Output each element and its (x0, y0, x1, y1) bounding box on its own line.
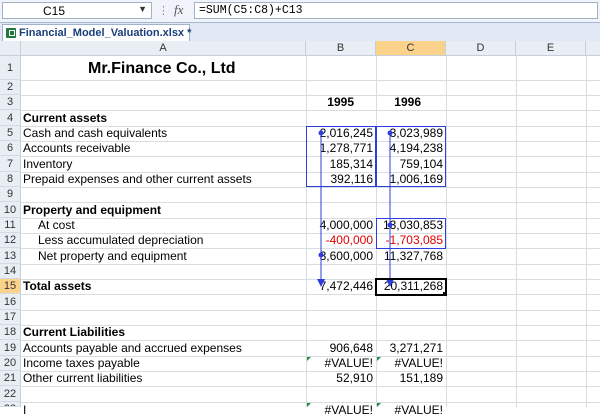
cell-c21[interactable]: 151,189 (376, 371, 443, 386)
cell-c20[interactable]: #VALUE! (376, 356, 443, 371)
column-header-d[interactable]: D (446, 41, 516, 56)
row-label-inventory[interactable]: Inventory (23, 157, 72, 172)
section-current-assets[interactable]: Current assets (23, 111, 107, 126)
year-1996[interactable]: 1996 (376, 95, 421, 110)
row-label-cash[interactable]: Cash and cash equivalents (23, 126, 167, 141)
row-header-20[interactable]: 20 (0, 356, 21, 371)
workbook-tab-bar: Financial_Model_Valuation.xlsx * (0, 23, 600, 42)
name-box[interactable]: C15 ▼ (2, 2, 152, 19)
row-label-net-ppe[interactable]: Net property and equipment (38, 249, 187, 264)
cell-b5[interactable]: 2,016,245 (306, 126, 373, 141)
row-header-7[interactable]: 7 (0, 156, 21, 172)
column-header-a[interactable]: A (21, 41, 306, 56)
column-header-f[interactable]: F (586, 41, 600, 56)
row-header-2[interactable]: 2 (0, 80, 21, 95)
row-header-18[interactable]: 18 (0, 325, 21, 340)
name-box-value: C15 (43, 4, 66, 18)
cell-b7[interactable]: 185,314 (306, 157, 373, 172)
row-label-prepaid[interactable]: Prepaid expenses and other current asset… (23, 172, 252, 187)
row-header-12[interactable]: 12 (0, 233, 21, 248)
cell-b15[interactable]: 7,472,446 (306, 279, 373, 294)
chevron-down-icon[interactable]: ▼ (138, 4, 147, 14)
row-label-other-liab[interactable]: Other current liabilities (23, 371, 142, 386)
row-header-22[interactable]: 22 (0, 386, 21, 402)
gridline (21, 294, 600, 295)
cell-b20[interactable]: #VALUE! (306, 356, 373, 371)
section-current-liabilities[interactable]: Current Liabilities (23, 325, 125, 340)
cell-b11[interactable]: 4,000,000 (306, 218, 373, 233)
gridline (21, 187, 600, 188)
cell-b8[interactable]: 392,116 (306, 172, 374, 187)
year-1995[interactable]: 1995 (306, 95, 354, 110)
row-header-16[interactable]: 16 (0, 294, 21, 310)
select-all-corner[interactable] (0, 41, 21, 56)
gridline (21, 80, 600, 81)
gridline (21, 386, 600, 387)
column-header-c[interactable]: C (376, 41, 446, 56)
cell-c8[interactable]: 1,006,169 (376, 172, 443, 187)
gridline (516, 56, 517, 407)
row-label-cost[interactable]: At cost (38, 218, 75, 233)
drag-handle-icon[interactable]: ⋮ (158, 4, 169, 17)
row-header-23[interactable]: 23 (0, 402, 21, 407)
cell-b23[interactable]: #VALUE! (306, 403, 373, 418)
row-header-14[interactable]: 14 (0, 264, 21, 279)
row-label-23[interactable]: I (23, 403, 26, 418)
cell-b6[interactable]: 1,278,771 (306, 141, 373, 156)
formula-bar: C15 ▼ ⋮ fx =SUM(C5:C8)+C13 (0, 0, 600, 23)
cell-c5[interactable]: 3,023,989 (376, 126, 443, 141)
row-header-11[interactable]: 11 (0, 218, 21, 233)
row-header-6[interactable]: 6 (0, 141, 21, 156)
row-header-21[interactable]: 21 (0, 371, 21, 386)
section-property-equipment[interactable]: Property and equipment (23, 203, 161, 218)
row-header-10[interactable]: 10 (0, 202, 21, 218)
cell-c12[interactable]: -1,703,085 (376, 233, 443, 248)
row-header-8[interactable]: 8 (0, 172, 21, 187)
row-label-income-tax[interactable]: Income taxes payable (23, 356, 140, 371)
gridline (21, 110, 600, 111)
cell-c19[interactable]: 3,271,271 (376, 341, 443, 356)
row-header-17[interactable]: 17 (0, 310, 21, 325)
row-label-ar[interactable]: Accounts receivable (23, 141, 130, 156)
row-label-ap[interactable]: Accounts payable and accrued expenses (23, 341, 242, 356)
insert-function-icon[interactable]: fx (174, 2, 183, 18)
gridline (21, 264, 600, 265)
row-header-4[interactable]: 4 (0, 110, 21, 126)
sheet-title[interactable]: Mr.Finance Co., Ltd (88, 61, 236, 77)
cell-c6[interactable]: 4,194,238 (376, 141, 443, 156)
cell-b12[interactable]: -400,000 (306, 233, 373, 248)
row-header-9[interactable]: 9 (0, 187, 21, 202)
workbook-tab[interactable]: Financial_Model_Valuation.xlsx * (2, 24, 192, 41)
excel-file-icon (6, 28, 16, 38)
cell-b21[interactable]: 52,910 (306, 371, 373, 386)
cell-c11[interactable]: 13,030,853 (376, 218, 443, 233)
cell-b19[interactable]: 906,648 (306, 341, 373, 356)
workbook-tab-label: Financial_Model_Valuation.xlsx * (19, 27, 192, 39)
row-label-total-assets[interactable]: Total assets (23, 279, 91, 294)
row-header-5[interactable]: 5 (0, 126, 21, 141)
gridline (21, 310, 600, 311)
column-header-e[interactable]: E (516, 41, 586, 56)
gridline (446, 56, 447, 407)
cell-b13[interactable]: 3,600,000 (306, 249, 373, 264)
row-header-15[interactable]: 15 (0, 279, 21, 294)
row-header-13[interactable]: 13 (0, 248, 21, 264)
row-header-3[interactable]: 3 (0, 95, 21, 110)
row-label-depreciation[interactable]: Less accumulated depreciation (38, 233, 203, 248)
row-header-19[interactable]: 19 (0, 340, 21, 356)
gridline (586, 56, 587, 407)
cell-c23[interactable]: #VALUE! (376, 403, 443, 418)
cell-c15[interactable]: 20,311,268 (376, 279, 443, 294)
row-header-1[interactable]: 1 (0, 56, 21, 80)
formula-input[interactable]: =SUM(C5:C8)+C13 (194, 2, 598, 19)
cell-c13[interactable]: 11,327,768 (376, 249, 443, 264)
cell-c7[interactable]: 759,104 (376, 157, 443, 172)
column-header-b[interactable]: B (306, 41, 376, 56)
